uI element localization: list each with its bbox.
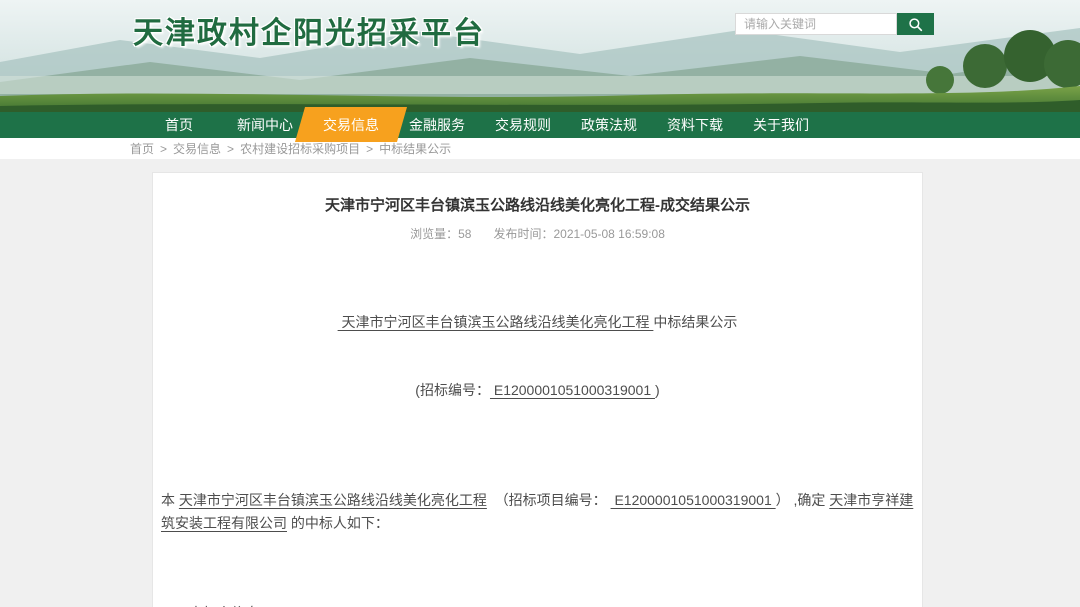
intro-paragraph: 本 天津市宁河区丰台镇滨玉公路线沿线美化亮化工程 （招标项目编号： E12000… <box>161 489 914 534</box>
search-icon <box>908 17 923 32</box>
nav-item-about[interactable]: 关于我们 <box>738 112 824 138</box>
breadcrumb-trade-info[interactable]: 交易信息 <box>173 140 221 157</box>
breadcrumb-result-notice[interactable]: 中标结果公示 <box>379 140 451 157</box>
search-button[interactable] <box>897 13 934 35</box>
site-title: 天津政村企阳光招采平台 <box>133 8 485 52</box>
nav-item-downloads[interactable]: 资料下载 <box>652 112 738 138</box>
header-banner: 天津政村企阳光招采平台 <box>0 0 1080 112</box>
bid-number-line: (招标编号： E1200001051000319001 ) <box>161 379 914 402</box>
nav-item-news[interactable]: 新闻中心 <box>222 112 308 138</box>
breadcrumb-separator: > <box>160 142 167 156</box>
section-1-heading: 一、中标人信息 <box>161 602 914 607</box>
views-label: 浏览量： <box>410 227 458 241</box>
nav-item-policy[interactable]: 政策法规 <box>566 112 652 138</box>
breadcrumb-separator: > <box>366 142 373 156</box>
nav-item-finance[interactable]: 金融服务 <box>394 112 480 138</box>
article-content: 天津市宁河区丰台镇滨玉公路线沿线美化亮化工程 中标结果公示 (招标编号： E12… <box>161 266 914 607</box>
site-search <box>735 13 934 35</box>
nav-item-home[interactable]: 首页 <box>136 112 222 138</box>
breadcrumb: 首页 > 交易信息 > 农村建设招标采购项目 > 中标结果公示 <box>0 138 1080 159</box>
publish-time: 2021-05-08 16:59:08 <box>553 227 664 241</box>
breadcrumb-separator: > <box>227 142 234 156</box>
views-count: 58 <box>458 227 471 241</box>
breadcrumb-rural-projects[interactable]: 农村建设招标采购项目 <box>240 140 360 157</box>
page-body: 天津市宁河区丰台镇滨玉公路线沿线美化亮化工程-成交结果公示 浏览量：58 发布时间… <box>0 159 1080 607</box>
notice-heading: 天津市宁河区丰台镇滨玉公路线沿线美化亮化工程 中标结果公示 <box>161 311 914 334</box>
publish-label: 发布时间： <box>493 227 553 241</box>
breadcrumb-home[interactable]: 首页 <box>130 140 154 157</box>
main-nav: 首页 新闻中心 交易信息 金融服务 交易规则 政策法规 资料下载 关于我们 <box>0 112 1080 138</box>
article-card: 天津市宁河区丰台镇滨玉公路线沿线美化亮化工程-成交结果公示 浏览量：58 发布时间… <box>152 172 923 607</box>
nav-item-trade-rules[interactable]: 交易规则 <box>480 112 566 138</box>
search-input[interactable] <box>735 13 897 35</box>
nav-item-trade-info[interactable]: 交易信息 <box>308 112 394 138</box>
article-meta: 浏览量：58 发布时间：2021-05-08 16:59:08 <box>161 225 914 242</box>
article-title: 天津市宁河区丰台镇滨玉公路线沿线美化亮化工程-成交结果公示 <box>161 194 914 215</box>
